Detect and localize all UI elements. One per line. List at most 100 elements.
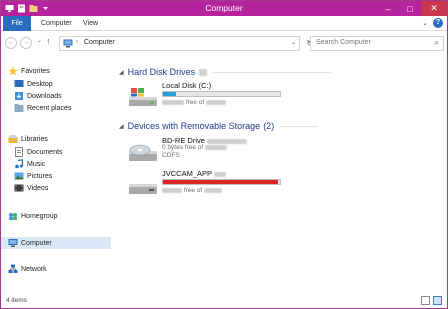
- drive-free-label: free of: [183, 187, 203, 194]
- expand-ribbon-icon[interactable]: ⌄: [422, 19, 428, 27]
- nav-favorites[interactable]: Favorites: [1, 65, 111, 77]
- group-header-removable[interactable]: ◢ Devices with Removable Storage (2): [119, 121, 319, 131]
- search-icon[interactable]: ⌕: [435, 38, 439, 48]
- nav-libraries[interactable]: Libraries: [1, 133, 111, 145]
- drive-name-text: JVCCAM_APP: [162, 169, 212, 178]
- recent-locations-button[interactable]: ⌄: [37, 37, 42, 44]
- search-input[interactable]: Search Computer: [316, 39, 371, 46]
- redacted-total: [206, 99, 227, 105]
- tab-file[interactable]: File: [3, 16, 31, 31]
- computer-icon: [63, 39, 73, 48]
- nav-pictures[interactable]: Pictures: [1, 170, 111, 182]
- help-icon[interactable]: ?: [433, 18, 443, 28]
- drive-bd-re[interactable]: BD-RE Drive 0 bytes free of CDFS: [128, 136, 298, 170]
- drive-free-label: free of: [185, 99, 205, 106]
- nav-desktop[interactable]: Desktop: [1, 78, 111, 90]
- nav-documents[interactable]: Documents: [1, 146, 111, 158]
- nav-music[interactable]: Music: [1, 158, 111, 170]
- up-button[interactable]: ↑: [46, 36, 51, 46]
- status-bar: 4 items: [1, 294, 447, 308]
- drive-name: Local Disk (C:): [162, 81, 212, 90]
- minimize-button[interactable]: –: [377, 1, 399, 16]
- drive-jvccam[interactable]: JVCCAM_APP free of: [128, 169, 298, 203]
- nav-libraries-label: Libraries: [21, 135, 48, 143]
- hard-drive-icon: [128, 87, 158, 109]
- nav-computer[interactable]: Computer: [1, 237, 111, 249]
- tab-computer[interactable]: Computer: [41, 16, 72, 31]
- downloads-icon: [14, 91, 24, 101]
- group-divider: [280, 125, 319, 127]
- tab-view[interactable]: View: [83, 16, 98, 31]
- pictures-icon: [14, 171, 24, 181]
- nav-network[interactable]: Network: [1, 263, 111, 275]
- nav-recent-places[interactable]: Recent places: [1, 102, 111, 114]
- nav-documents-label: Documents: [27, 148, 63, 156]
- redacted-count: [199, 68, 208, 76]
- nav-videos[interactable]: Videos: [1, 182, 111, 194]
- drive-free-space: free of: [162, 187, 223, 194]
- window-controls: – □ ✕: [377, 1, 447, 16]
- address-row: ← → ⌄ ↑ › Computer ⌄ ↻ Search Computer ⌕: [1, 32, 447, 54]
- nav-downloads[interactable]: Downloads: [1, 90, 111, 102]
- ribbon-tabs: File Computer View ⌄ ?: [1, 16, 447, 31]
- content-pane: ◢ Hard Disk Drives Local Disk (C:) free …: [116, 61, 446, 287]
- group-header-hard-disks[interactable]: ◢ Hard Disk Drives: [119, 67, 332, 77]
- nav-network-label: Network: [21, 265, 47, 273]
- music-icon: [14, 159, 24, 169]
- nav-pictures-label: Pictures: [27, 172, 53, 180]
- address-dropdown-icon[interactable]: ⌄: [291, 39, 296, 46]
- maximize-button[interactable]: □: [399, 1, 421, 16]
- forward-button[interactable]: →: [20, 37, 32, 49]
- redacted-free: [162, 187, 182, 193]
- breadcrumb-computer[interactable]: Computer: [84, 39, 115, 46]
- optical-drive-icon: [128, 142, 158, 164]
- details-view-button[interactable]: [421, 296, 430, 305]
- drive-name: JVCCAM_APP: [162, 169, 226, 178]
- address-bar[interactable]: › Computer ⌄: [59, 36, 300, 51]
- documents-icon: [14, 147, 24, 157]
- group-divider: [213, 71, 332, 73]
- videos-icon: [14, 183, 24, 193]
- nav-homegroup-label: Homegroup: [21, 212, 58, 220]
- group-count: (2): [263, 121, 275, 131]
- drive-usage-fill: [163, 180, 278, 184]
- redacted-volume: [207, 138, 248, 144]
- nav-favorites-label: Favorites: [21, 67, 50, 75]
- collapse-arrow-icon[interactable]: ◢: [119, 123, 124, 130]
- close-button[interactable]: ✕: [421, 1, 447, 16]
- redacted-letter: [213, 171, 226, 177]
- item-count: 4 items: [6, 297, 27, 304]
- redacted-total: [204, 187, 223, 193]
- redacted-free: [162, 99, 184, 105]
- search-box[interactable]: Search Computer ⌕: [310, 36, 444, 51]
- nav-recent-places-label: Recent places: [27, 104, 72, 112]
- nav-downloads-label: Downloads: [27, 92, 62, 100]
- nav-homegroup[interactable]: Homegroup: [1, 210, 111, 222]
- ribbon-right-controls: ⌄ ?: [422, 18, 443, 28]
- nav-desktop-label: Desktop: [27, 80, 53, 88]
- back-button[interactable]: ←: [5, 37, 17, 49]
- redacted-total: [205, 144, 228, 150]
- star-icon: [8, 66, 18, 76]
- nav-videos-label: Videos: [27, 184, 49, 192]
- drive-free-space: 0 bytes free of: [162, 144, 228, 151]
- breadcrumb-separator[interactable]: ›: [76, 39, 78, 45]
- drive-local-disk[interactable]: Local Disk (C:) free of: [128, 81, 298, 115]
- drive-free-text: 0 bytes free of: [162, 144, 204, 151]
- homegroup-icon: [8, 211, 18, 221]
- nav-computer-label: Computer: [21, 239, 52, 247]
- nav-music-label: Music: [27, 160, 46, 168]
- drive-usage-bar: [162, 179, 281, 185]
- network-icon: [8, 264, 18, 274]
- collapse-arrow-icon[interactable]: ◢: [119, 69, 124, 76]
- recent-places-icon: [14, 103, 24, 113]
- group-title: Hard Disk Drives: [127, 67, 196, 77]
- drive-usage-fill: [163, 92, 176, 96]
- view-toggle: [421, 296, 442, 305]
- tiles-view-button[interactable]: [433, 296, 442, 305]
- computer-icon: [8, 238, 18, 248]
- drive-usage-bar: [162, 91, 281, 97]
- group-title: Devices with Removable Storage: [127, 121, 261, 131]
- title-bar[interactable]: Computer – □ ✕: [1, 1, 447, 16]
- drive-free-space: free of: [162, 99, 227, 106]
